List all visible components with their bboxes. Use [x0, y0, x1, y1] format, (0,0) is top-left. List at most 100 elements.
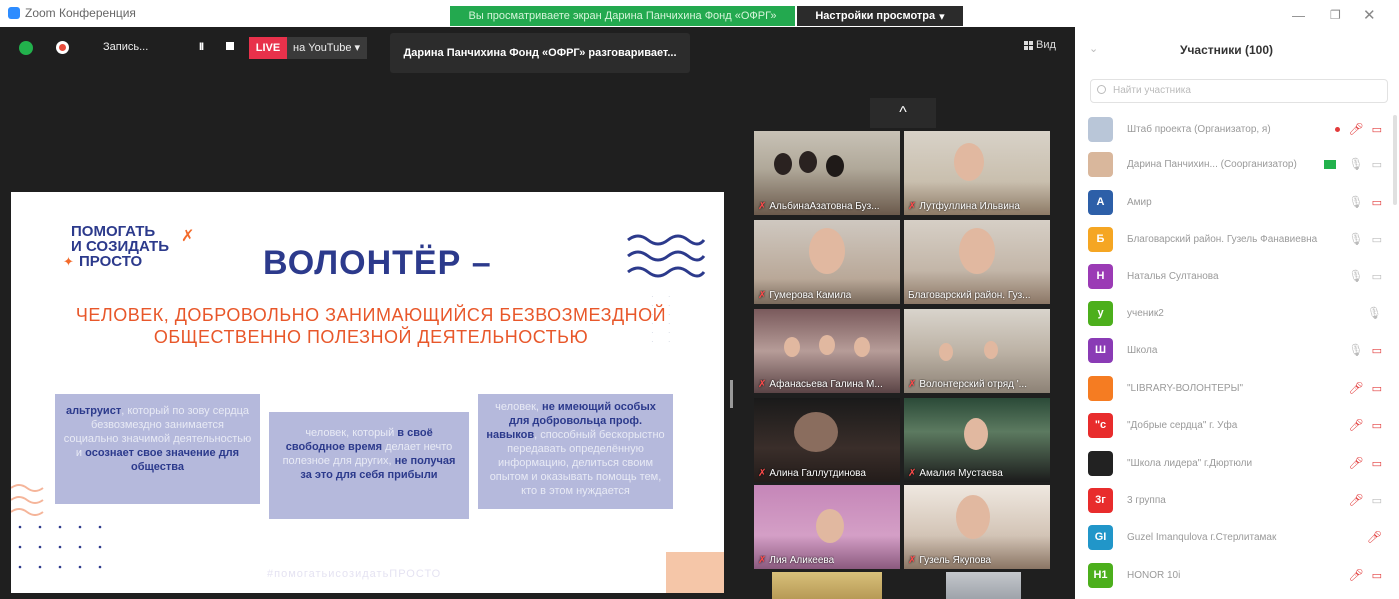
card-text: человек,: [495, 401, 539, 413]
collapse-thumbnails-button[interactable]: ^: [870, 98, 936, 128]
split-divider-handle[interactable]: [730, 380, 733, 408]
mic-icon[interactable]: 🎙︎: [1367, 306, 1382, 320]
mic-icon[interactable]: 🎙︎: [1348, 195, 1363, 209]
avatar: GI: [1088, 524, 1113, 550]
video-tile[interactable]: ✗ Гумерова Камила: [754, 220, 900, 304]
chevron-down-icon[interactable]: ⌄: [1089, 42, 1098, 55]
video-off-icon[interactable]: ▭: [1372, 419, 1382, 432]
video-icon[interactable]: ▭: [1372, 270, 1382, 283]
mic-icon[interactable]: 🎙︎: [1348, 269, 1363, 283]
participant-controls: 🎤︎ ▭: [1348, 493, 1382, 507]
view-label: Вид: [1036, 39, 1056, 51]
video-tile[interactable]: ✗ АльбинаАзатовна Буз...: [754, 131, 900, 215]
participant-row[interactable]: Дарина Панчихин... (Соорганизатор) 🎙︎ ▭: [1088, 150, 1388, 178]
video-off-icon[interactable]: ▭: [1372, 382, 1382, 395]
participant-controls: 🎤︎ ▭: [1348, 456, 1382, 470]
participant-name: Школа: [1127, 344, 1158, 356]
live-badge: LIVE: [249, 37, 287, 59]
minimize-icon[interactable]: —: [1292, 8, 1305, 23]
participant-controls: 🎤︎ ▭: [1348, 381, 1382, 395]
participant-row[interactable]: 3г 3 группа 🎤︎ ▭: [1088, 486, 1388, 514]
maximize-icon[interactable]: ❐: [1330, 8, 1341, 22]
chevron-down-icon: ▾: [939, 10, 945, 23]
security-shield-icon[interactable]: [19, 41, 33, 55]
mic-icon[interactable]: 🎙︎: [1348, 232, 1363, 246]
participant-row[interactable]: Н Наталья Султанова 🎙︎ ▭: [1088, 262, 1388, 290]
avatar: А: [1088, 189, 1113, 215]
video-tile[interactable]: [772, 572, 882, 599]
video-off-icon[interactable]: ▭: [1372, 123, 1382, 136]
video-icon[interactable]: ▭: [1372, 233, 1382, 246]
mic-muted-icon[interactable]: 🎤︎: [1348, 122, 1363, 136]
youtube-stream-button[interactable]: на YouTube ▾: [287, 37, 367, 59]
video-tile[interactable]: Благоварский район. Гуз...: [904, 220, 1050, 304]
participant-row[interactable]: "LIBRARY-ВОЛОНТЕРЫ" 🎤︎ ▭: [1088, 374, 1388, 402]
tile-name: Афанасьева Галина М...: [769, 379, 883, 390]
video-off-icon[interactable]: ▭: [1372, 196, 1382, 209]
mic-muted-icon[interactable]: 🎤︎: [1367, 530, 1382, 544]
pause-recording-button[interactable]: II: [199, 41, 204, 53]
video-icon[interactable]: ▭: [1372, 494, 1382, 507]
active-speaker-banner: Дарина Панчихина Фонд «ОФРГ» разговарива…: [390, 33, 690, 73]
video-icon[interactable]: ▭: [1372, 158, 1382, 171]
participant-row[interactable]: А Амир 🎙︎ ▭: [1088, 188, 1388, 216]
chevron-down-icon: ▾: [354, 42, 361, 54]
video-tile[interactable]: ✗ Амалия Мустаева: [904, 398, 1050, 482]
recording-dot-icon: [1335, 126, 1341, 132]
participant-controls: 🎙︎ ▭: [1324, 157, 1382, 171]
tile-name: Алина Галлутдинова: [769, 468, 866, 479]
participant-name: Guzel Imanqulova г.Стерлитамак: [1127, 531, 1277, 543]
participant-name: Наталья Султанова: [1127, 270, 1219, 282]
mic-icon[interactable]: 🎙︎: [1348, 343, 1363, 357]
view-settings-button[interactable]: Настройки просмотра ▾: [797, 6, 963, 26]
mic-muted-icon: ✗: [758, 201, 767, 212]
definition-card-2: человек, который в своё свободное время …: [269, 412, 469, 519]
participant-row[interactable]: "Школа лидера" г.Дюртюли 🎤︎ ▭: [1088, 449, 1388, 477]
video-tile[interactable]: [946, 572, 1021, 599]
tile-name: Амалия Мустаева: [919, 468, 1003, 479]
participant-row[interactable]: Ш Школа 🎙︎ ▭: [1088, 336, 1388, 364]
participant-row[interactable]: Б Благоварский район. Гузель Фанавиевна 🎙︎…: [1088, 225, 1388, 253]
mic-icon[interactable]: 🎙︎: [1348, 157, 1363, 171]
avatar-initials: 3г: [1095, 494, 1106, 506]
avatar-initials: у: [1097, 307, 1104, 319]
definition-card-3: человек, не имеющий особых для доброволь…: [478, 394, 673, 509]
participant-row[interactable]: у ученик2 🎙︎: [1088, 299, 1388, 327]
mic-muted-icon[interactable]: 🎤︎: [1348, 493, 1363, 507]
avatar: 3г: [1088, 487, 1113, 513]
dots-decoration-icon: [18, 525, 102, 569]
video-tile[interactable]: ✗ Гузель Якупова: [904, 485, 1050, 569]
dots-decoration: · · · · · · · · · · · ·: [651, 292, 677, 346]
avatar-initials: "с: [1094, 419, 1107, 431]
tile-name: Гузель Якупова: [919, 555, 992, 566]
tile-name: Лия Аликеева: [769, 555, 835, 566]
video-tile[interactable]: ✗ Лия Аликеева: [754, 485, 900, 569]
participant-controls: 🎙︎ ▭: [1348, 232, 1382, 246]
close-icon[interactable]: ✕: [1363, 6, 1376, 24]
video-tile[interactable]: ✗ Афанасьева Галина М...: [754, 309, 900, 393]
participant-row[interactable]: Штаб проекта (Организатор, я) 🎤︎ ▭: [1088, 115, 1388, 143]
scrollbar[interactable]: [1393, 115, 1397, 205]
video-off-icon[interactable]: ▭: [1372, 344, 1382, 357]
view-mode-button[interactable]: Вид: [1024, 39, 1056, 51]
mic-muted-icon[interactable]: 🎤︎: [1348, 568, 1363, 582]
video-off-icon[interactable]: ▭: [1372, 457, 1382, 470]
stop-recording-button[interactable]: [226, 42, 234, 50]
logo-spark-icon: ✦: [63, 254, 74, 269]
avatar: Н: [1088, 263, 1113, 289]
avatar: у: [1088, 300, 1113, 326]
video-tile[interactable]: ✗ Лутфуллина Ильвина: [904, 131, 1050, 215]
video-off-icon[interactable]: ▭: [1372, 569, 1382, 582]
mic-muted-icon[interactable]: 🎤︎: [1348, 418, 1363, 432]
participant-row[interactable]: "с "Добрые сердца" г. Уфа 🎤︎ ▭: [1088, 411, 1388, 439]
view-settings-label: Настройки просмотра: [815, 10, 936, 22]
participant-row[interactable]: GI Guzel Imanqulova г.Стерлитамак 🎤︎: [1088, 523, 1388, 551]
mic-muted-icon: ✗: [908, 555, 917, 566]
mic-muted-icon[interactable]: 🎤︎: [1348, 456, 1363, 470]
video-tile[interactable]: ✗ Алина Галлутдинова: [754, 398, 900, 482]
mic-muted-icon[interactable]: 🎤︎: [1348, 381, 1363, 395]
video-tile[interactable]: ✗ Волонтерский отряд '...: [904, 309, 1050, 393]
viewing-screen-banner: Вы просматриваете экран Дарина Панчихина…: [450, 6, 795, 26]
participant-row[interactable]: H1 HONOR 10i 🎤︎ ▭: [1088, 561, 1388, 589]
participant-search-input[interactable]: Найти участника: [1090, 79, 1388, 103]
